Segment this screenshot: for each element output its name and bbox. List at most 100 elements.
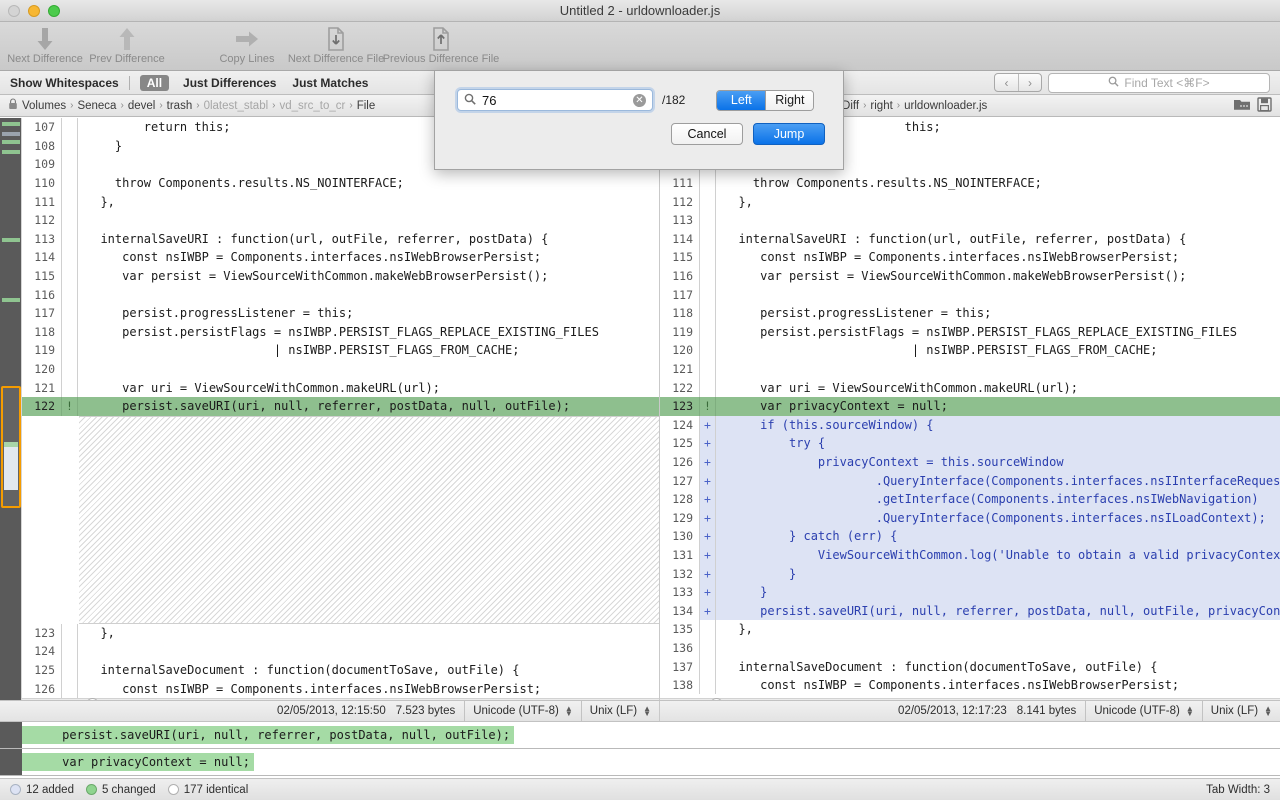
find-text-input[interactable]: Find Text <⌘F> xyxy=(1048,73,1270,93)
jump-search-input[interactable]: 76 ✕ xyxy=(457,89,653,111)
side-selector[interactable]: Left Right xyxy=(716,90,814,111)
chevron-left-icon[interactable]: ‹ xyxy=(995,74,1018,91)
stepper-icon: ▲▼ xyxy=(565,706,573,716)
previous-difference-file-button[interactable]: Previous Difference File xyxy=(386,22,496,65)
dialog-button-row: Cancel Jump xyxy=(435,111,843,145)
change-marker: + xyxy=(700,508,716,527)
chevron-right-icon: › xyxy=(272,100,275,111)
changed-count-label: 5 changed xyxy=(102,784,156,796)
code-line: 138 const nsIWBP = Components.interfaces… xyxy=(660,676,1280,695)
line-text: }, xyxy=(78,195,659,209)
line-number: 121 xyxy=(22,378,62,397)
path-bar-actions xyxy=(1225,97,1272,115)
chevron-right-icon[interactable]: › xyxy=(1018,74,1041,91)
change-marker xyxy=(62,642,78,661)
line-number: 111 xyxy=(22,192,62,211)
line-text: }, xyxy=(78,626,659,640)
folder-icon[interactable] xyxy=(1233,97,1251,114)
line-text: internalSaveDocument : function(document… xyxy=(78,663,659,677)
line-number: 111 xyxy=(660,174,700,193)
line-number: 117 xyxy=(660,285,700,304)
next-difference-button[interactable]: Next Difference xyxy=(8,22,82,65)
find-nav-segment[interactable]: ‹ › xyxy=(994,73,1042,92)
change-marker xyxy=(700,657,716,676)
crumb-filename[interactable]: urldownloader.js xyxy=(904,100,987,112)
right-encoding-select[interactable]: Unicode (UTF-8) ▲▼ xyxy=(1085,701,1202,721)
line-text: .getInterface(Components.interfaces.nsIW… xyxy=(716,492,1280,506)
next-difference-file-button[interactable]: Next Difference File xyxy=(288,22,384,65)
change-marker xyxy=(700,174,716,193)
change-marker xyxy=(700,248,716,267)
side-right-option[interactable]: Right xyxy=(765,91,813,110)
crumb-seneca[interactable]: Seneca xyxy=(77,100,116,112)
close-button[interactable] xyxy=(8,5,20,17)
line-number: 132 xyxy=(660,564,700,583)
filter-all[interactable]: All xyxy=(140,75,169,91)
right-encoding-value: Unicode (UTF-8) xyxy=(1094,705,1180,717)
code-line: 118 persist.persistFlags = nsIWBP.PERSIS… xyxy=(22,323,659,342)
stepper-icon: ▲▼ xyxy=(1264,706,1272,716)
code-line-changed: 122 ! persist.saveURI(uri, null, referre… xyxy=(22,397,659,416)
change-marker: + xyxy=(700,471,716,490)
right-lineending-select[interactable]: Unix (LF) ▲▼ xyxy=(1202,701,1280,721)
change-marker xyxy=(62,341,78,360)
show-whitespaces-toggle[interactable]: Show Whitespaces xyxy=(10,76,119,90)
filter-just-matches[interactable]: Just Matches xyxy=(292,76,368,90)
prev-difference-button[interactable]: Prev Difference xyxy=(88,22,166,65)
right-lineending-value: Unix (LF) xyxy=(1211,705,1258,717)
crumb-filediff[interactable]: File xyxy=(357,100,376,112)
file-arrow-up-icon xyxy=(431,25,451,53)
tab-width-label: Tab Width: 3 xyxy=(1206,784,1270,796)
line-number: 108 xyxy=(22,137,62,156)
crumb-0latest-stable[interactable]: 0latest_stabl xyxy=(204,100,269,112)
toolbar: Next Difference Prev Difference Copy Lin… xyxy=(0,22,1280,71)
preview-stripe xyxy=(0,722,22,748)
preview-text: persist.saveURI(uri, null, referrer, pos… xyxy=(22,726,514,744)
left-encoding-select[interactable]: Unicode (UTF-8) ▲▼ xyxy=(464,701,581,721)
line-text: } xyxy=(716,585,1280,599)
preview-stripe xyxy=(0,749,22,775)
code-line-added: 126 + privacyContext = this.sourceWindow xyxy=(660,453,1280,472)
code-line-added: 127 + .QueryInterface(Components.interfa… xyxy=(660,471,1280,490)
change-marker xyxy=(700,285,716,304)
code-line: 120 xyxy=(22,360,659,379)
line-text: var persist = ViewSourceWithCommon.makeW… xyxy=(716,269,1280,283)
side-left-option[interactable]: Left xyxy=(717,91,765,110)
left-code-pane[interactable]: 107 return this; 108 } 109 110 xyxy=(22,118,660,710)
left-lineending-select[interactable]: Unix (LF) ▲▼ xyxy=(581,701,659,721)
left-file-date: 02/05/2013, 12:15:50 xyxy=(277,705,396,717)
crumb-vd-src-to-cr[interactable]: vd_src_to_cr xyxy=(280,100,346,112)
code-line: 120 | nsIWBP.PERSIST_FLAGS_FROM_CACHE; xyxy=(660,341,1280,360)
file-info-bar: 02/05/2013, 12:15:50 7.523 bytes Unicode… xyxy=(0,700,1280,722)
line-number: 115 xyxy=(660,248,700,267)
filter-just-differences[interactable]: Just Differences xyxy=(183,76,276,90)
change-marker xyxy=(62,248,78,267)
crumb-right-dir[interactable]: right xyxy=(870,100,892,112)
minimap-thumb[interactable] xyxy=(1,386,21,508)
clear-icon[interactable]: ✕ xyxy=(633,94,646,107)
copy-lines-button[interactable]: Copy Lines xyxy=(208,22,286,65)
line-number: 122 xyxy=(660,378,700,397)
window-title: Untitled 2 - urldownloader.js xyxy=(0,3,1280,18)
save-icon[interactable] xyxy=(1257,97,1272,115)
code-line: 111 }, xyxy=(22,192,659,211)
maximize-button[interactable] xyxy=(48,5,60,17)
line-text: .QueryInterface(Components.interfaces.ns… xyxy=(716,474,1280,488)
jump-to-line-dialog: 76 ✕ /182 Left Right Cancel Jump xyxy=(434,70,844,170)
line-number: 138 xyxy=(660,676,700,695)
line-number: 136 xyxy=(660,639,700,658)
minimize-button[interactable] xyxy=(28,5,40,17)
code-line: 135 }, xyxy=(660,620,1280,639)
cancel-button[interactable]: Cancel xyxy=(671,123,743,145)
crumb-trash[interactable]: trash xyxy=(167,100,193,112)
right-code-pane[interactable]: this; 111 throw Components.results.NS_NO… xyxy=(660,118,1280,710)
crumb-devel[interactable]: devel xyxy=(128,100,156,112)
line-number: 121 xyxy=(660,360,700,379)
crumb-volumes[interactable]: Volumes xyxy=(22,100,66,112)
overview-minimap[interactable] xyxy=(0,118,22,710)
change-marker xyxy=(62,230,78,249)
preview-row-left[interactable]: persist.saveURI(uri, null, referrer, pos… xyxy=(0,722,1280,749)
change-marker xyxy=(62,304,78,323)
jump-button[interactable]: Jump xyxy=(753,123,825,145)
preview-row-right[interactable]: var privacyContext = null; xyxy=(0,749,1280,776)
